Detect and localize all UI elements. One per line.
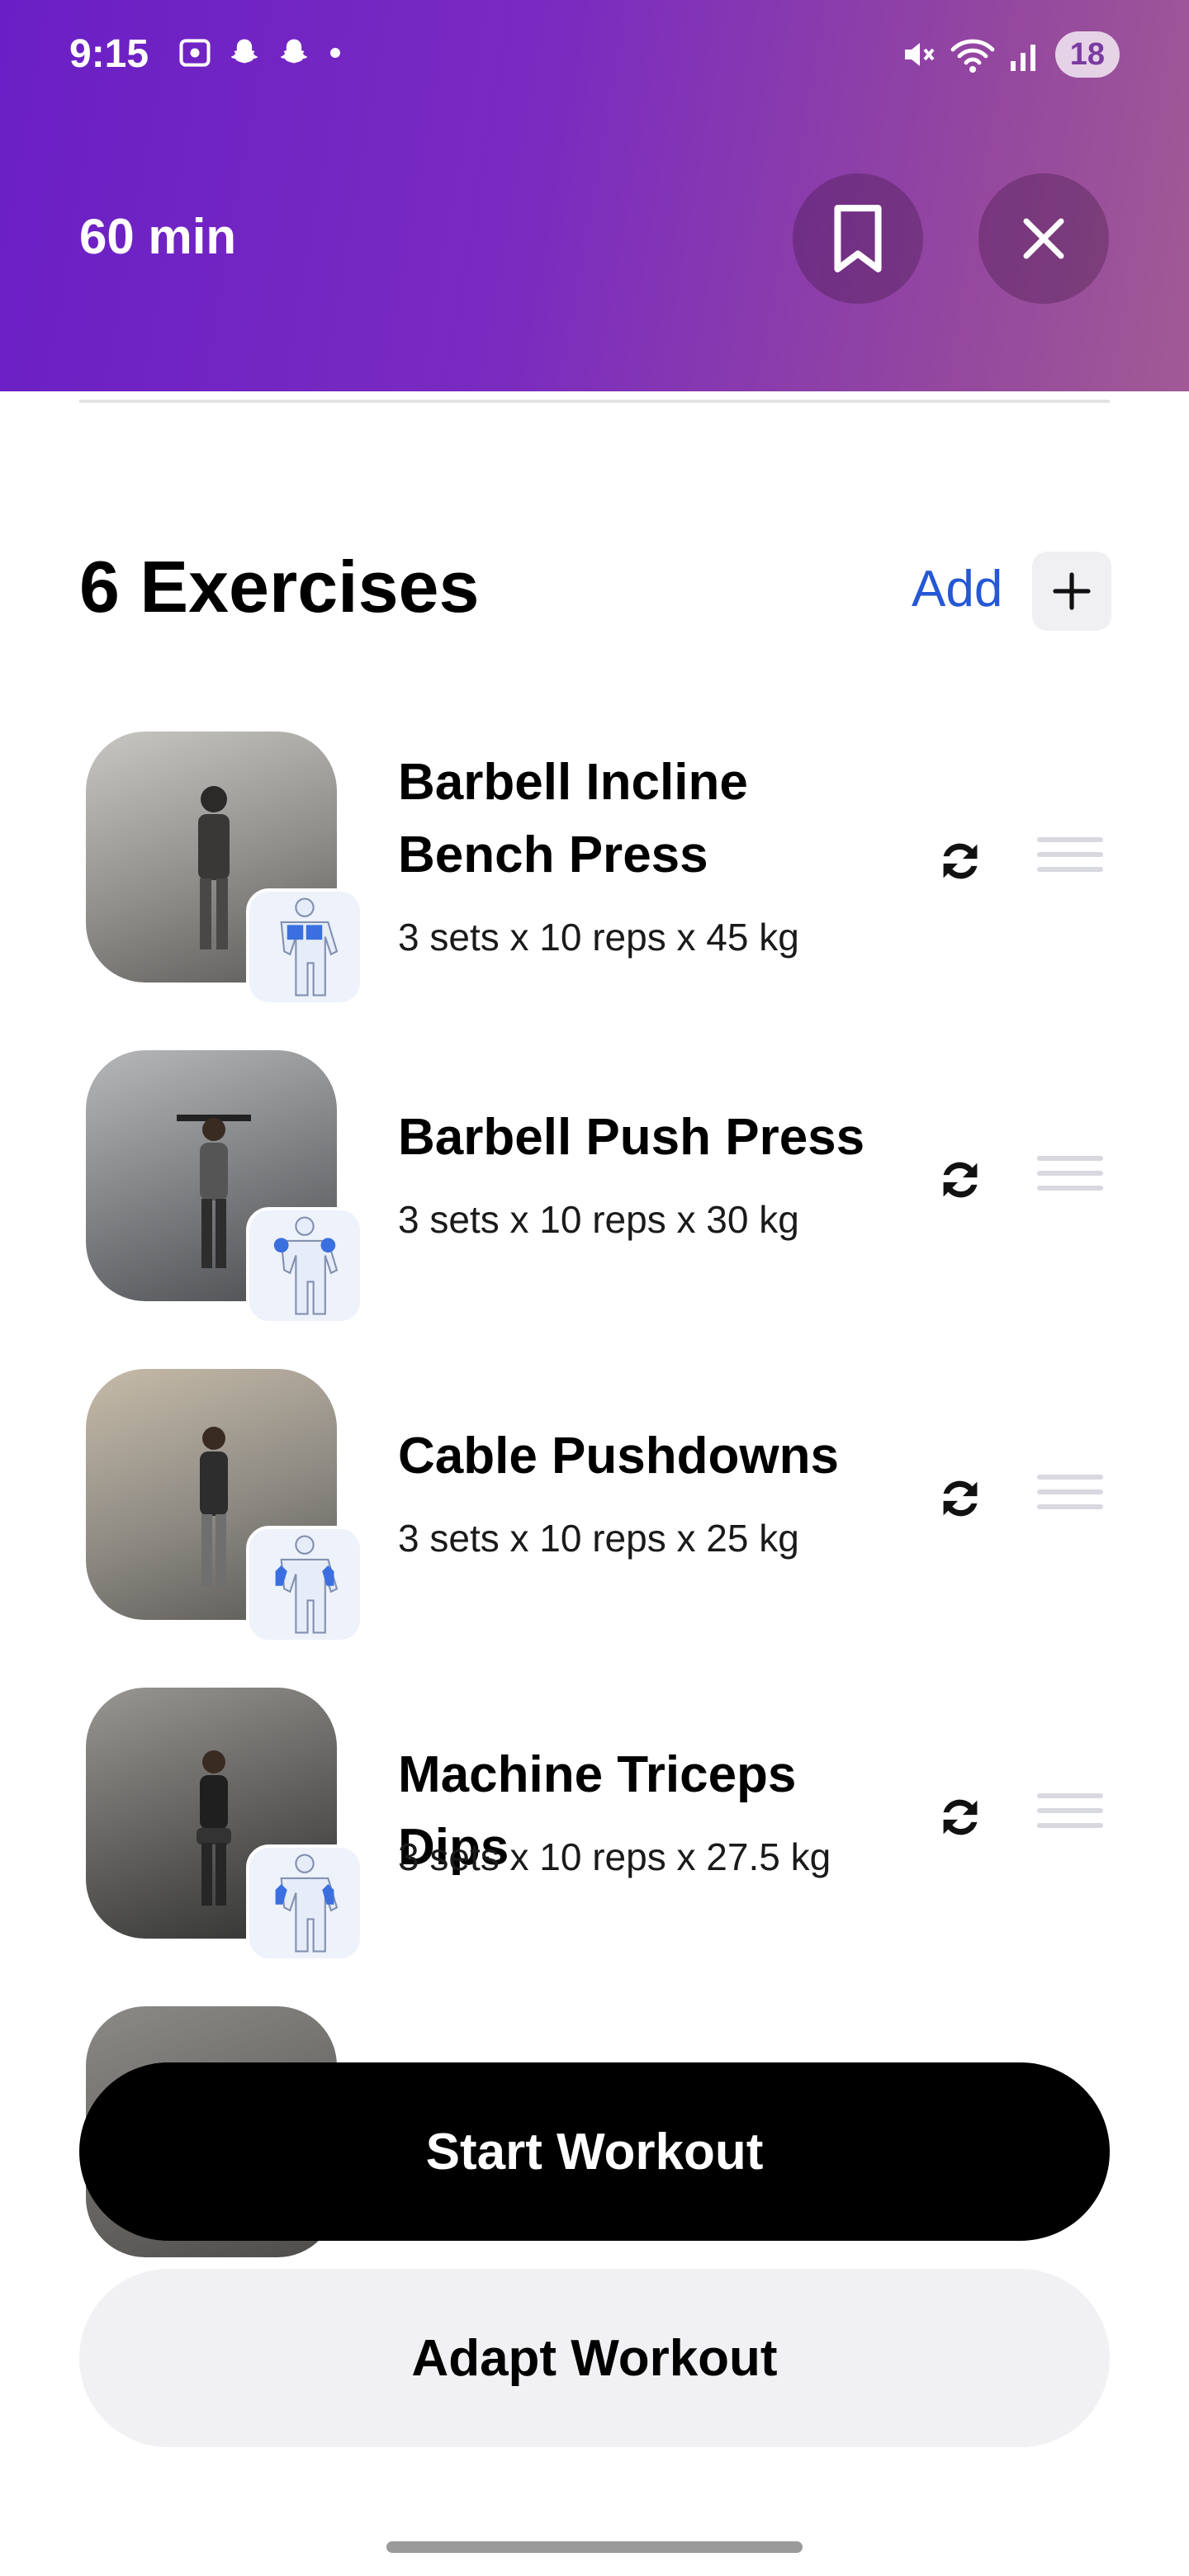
athlete-figure xyxy=(177,1115,251,1268)
dot-icon xyxy=(330,48,340,58)
drag-handle[interactable] xyxy=(1037,837,1103,882)
body-shoulders-icon xyxy=(273,1216,339,1315)
workout-duration: 60 min xyxy=(79,209,237,264)
muscle-diagram xyxy=(246,888,363,1006)
mute-icon xyxy=(904,43,935,66)
snapchat-icon xyxy=(280,39,308,64)
muscle-diagram xyxy=(246,1844,363,1962)
swap-icon[interactable] xyxy=(931,832,989,890)
battery-level: 18 xyxy=(1054,31,1120,78)
body-triceps-icon xyxy=(275,1535,339,1634)
swap-icon[interactable] xyxy=(931,1788,989,1846)
plus-icon xyxy=(1053,572,1091,610)
exercise-detail: 3 sets x 10 reps x 25 kg xyxy=(398,1517,799,1560)
bookmark-button[interactable] xyxy=(793,173,923,304)
muscle-diagram xyxy=(246,1207,363,1324)
drag-handle[interactable] xyxy=(1037,1475,1103,1519)
drag-handle[interactable] xyxy=(1037,1156,1103,1200)
adapt-workout-button[interactable]: Adapt Workout xyxy=(79,2269,1110,2447)
exercise-item[interactable]: Machine Triceps Dips 3 sets x 10 reps x … xyxy=(0,1683,1189,1962)
exercise-name: Cable Pushdowns xyxy=(398,1428,839,1485)
close-button[interactable] xyxy=(978,173,1109,304)
workout-header: 9:15 18 60 min xyxy=(0,0,1189,391)
exercise-detail: 3 sets x 10 reps x 27.5 kg xyxy=(398,1835,831,1878)
status-time: 9:15 xyxy=(69,32,149,76)
add-exercise-link[interactable]: Add xyxy=(912,560,1002,618)
home-indicator[interactable] xyxy=(386,2541,803,2553)
close-icon xyxy=(1023,218,1064,259)
exercises-heading: 6 Exercises xyxy=(79,546,480,627)
status-bar: 9:15 18 xyxy=(0,0,1189,107)
bookmark-icon xyxy=(834,205,882,272)
athlete-figure xyxy=(197,1750,231,1906)
body-triceps-icon xyxy=(275,1854,339,1953)
swap-icon[interactable] xyxy=(931,1151,989,1209)
exercise-detail: 3 sets x 10 reps x 45 kg xyxy=(398,916,799,959)
divider xyxy=(79,400,1110,403)
swap-icon[interactable] xyxy=(931,1470,989,1527)
exercise-item[interactable]: Cable Pushdowns 3 sets x 10 reps x 25 kg xyxy=(0,1364,1189,1643)
exercise-item[interactable]: Barbell Push Press 3 sets x 10 reps x 30… xyxy=(0,1045,1189,1324)
exercise-name: Barbell Push Press xyxy=(398,1109,865,1166)
exercise-item[interactable]: Barbell Incline Bench Press 3 sets x 10 … xyxy=(0,727,1189,1006)
wifi-icon xyxy=(950,39,995,73)
start-workout-button[interactable]: Start Workout xyxy=(79,2062,1110,2241)
screenshot-icon xyxy=(179,39,211,67)
muscle-diagram xyxy=(246,1526,363,1643)
status-notification-icons xyxy=(177,35,345,71)
body-chest-icon xyxy=(280,897,339,997)
athlete-figure xyxy=(200,1427,228,1587)
status-system-icons: 18 xyxy=(898,31,1120,78)
drag-handle[interactable] xyxy=(1037,1793,1103,1838)
athlete-figure xyxy=(198,786,230,949)
snapchat-icon xyxy=(230,39,258,64)
signal-icon xyxy=(1010,45,1035,71)
add-exercise-button[interactable] xyxy=(1032,552,1111,631)
exercise-detail: 3 sets x 10 reps x 30 kg xyxy=(398,1198,799,1241)
exercise-name: Barbell Incline Bench Press xyxy=(398,754,748,883)
